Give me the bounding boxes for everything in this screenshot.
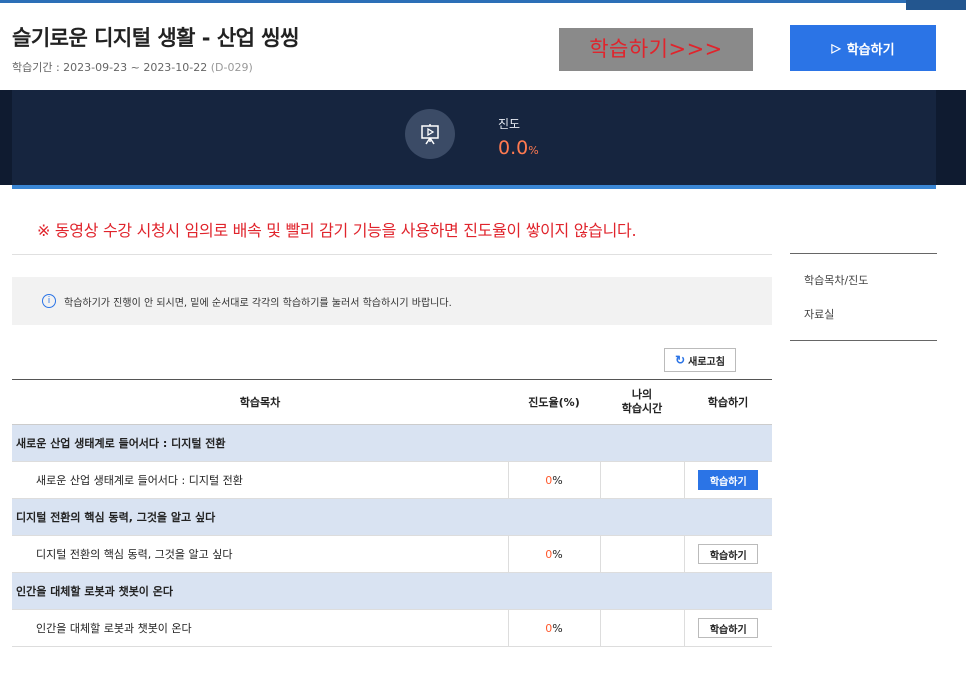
play-triangle-icon: ▷ xyxy=(831,41,841,55)
lesson-title: 디지털 전환의 핵심 동력, 그것을 알고 싶다 xyxy=(12,535,508,573)
start-study-label: 학습하기 xyxy=(846,41,895,57)
col-header-time: 나의 학습시간 xyxy=(600,379,684,425)
info-icon: i xyxy=(42,294,56,308)
lesson-rate: 0% xyxy=(507,535,601,573)
progress-unit: % xyxy=(528,144,539,157)
notice-text: 학습하기가 진행이 안 되시면, 밑에 순서대로 각각의 학습하기를 눌러서 학… xyxy=(64,297,452,309)
lesson-rate: 0% xyxy=(507,461,601,499)
col-header-time-line2: 학습시간 xyxy=(621,402,663,415)
lesson-action: 학습하기 xyxy=(684,609,772,647)
notice-box: i 학습하기가 진행이 안 되시면, 밑에 순서대로 각각의 학습하기를 눌러서… xyxy=(12,277,772,325)
refresh-label: 새로고침 xyxy=(688,356,725,368)
lesson-rate-unit: % xyxy=(552,547,563,561)
lesson-time xyxy=(600,609,685,647)
syllabus-table: 학습목차 진도율(%) 나의 학습시간 학습하기 새로운 산업 생태계로 들어서… xyxy=(12,379,772,647)
side-menu-syllabus[interactable]: 학습목차/진도 xyxy=(790,264,937,298)
course-title: 슬기로운 디지털 생활 - 산업 씽씽 xyxy=(12,26,299,50)
top-accent-line xyxy=(0,0,966,3)
progress-panel: 진도 0.0% xyxy=(0,90,966,189)
chapter-title: 디지털 전환의 핵심 동력, 그것을 알고 싶다 xyxy=(12,498,772,536)
col-header-time-line1: 나의 xyxy=(631,388,653,401)
course-period-range: 학습기간 : 2023-09-23 ~ 2023-10-22 xyxy=(12,61,208,74)
chapter-row: 디지털 전환의 핵심 동력, 그것을 알고 싶다 xyxy=(12,498,772,536)
col-header-action: 학습하기 xyxy=(684,379,772,425)
start-study-button[interactable]: ▷ 학습하기 xyxy=(790,25,936,71)
chapter-title: 새로운 산업 생태계로 들어서다 : 디지털 전환 xyxy=(12,424,772,462)
lesson-title: 새로운 산업 생태계로 들어서다 : 디지털 전환 xyxy=(12,461,508,499)
progress-value: 0.0% xyxy=(498,137,539,159)
table-row: 새로운 산업 생태계로 들어서다 : 디지털 전환 0% 학습하기 xyxy=(12,461,772,499)
col-header-rate: 진도율(%) xyxy=(508,379,600,425)
lesson-title: 인간을 대체할 로봇과 챗봇이 온다 xyxy=(12,609,508,647)
lesson-rate: 0% xyxy=(507,609,601,647)
chapter-row: 새로운 산업 생태계로 들어서다 : 디지털 전환 xyxy=(12,424,772,462)
chapter-row: 인간을 대체할 로봇과 챗봇이 온다 xyxy=(12,572,772,610)
side-menu-resources[interactable]: 자료실 xyxy=(790,298,937,332)
top-corner-tab xyxy=(906,0,966,10)
lesson-time xyxy=(600,461,685,499)
side-menu: 학습목차/진도 자료실 xyxy=(790,253,937,341)
divider xyxy=(12,254,772,255)
chapter-title: 인간을 대체할 로봇과 챗봇이 온다 xyxy=(12,572,772,610)
course-period: 학습기간 : 2023-09-23 ~ 2023-10-22 (D-029) xyxy=(12,59,253,75)
lesson-action: 학습하기 xyxy=(684,461,772,499)
lesson-action: 학습하기 xyxy=(684,535,772,573)
progress-number: 0.0 xyxy=(498,137,529,159)
lesson-time xyxy=(600,535,685,573)
table-row: 인간을 대체할 로봇과 챗봇이 온다 0% 학습하기 xyxy=(12,609,772,647)
lesson-study-button[interactable]: 학습하기 xyxy=(698,544,759,564)
table-header-row: 학습목차 진도율(%) 나의 학습시간 학습하기 xyxy=(12,379,772,425)
study-banner[interactable]: 학습하기>>> xyxy=(559,28,753,71)
col-header-title: 학습목차 xyxy=(12,379,508,425)
course-dday: (D-029) xyxy=(210,61,253,74)
presentation-board-icon xyxy=(405,109,455,159)
refresh-button[interactable]: ↻ 새로고침 xyxy=(664,348,736,372)
lesson-rate-unit: % xyxy=(552,621,563,635)
speed-warning: ※ 동영상 수강 시청시 임의로 배속 및 빨리 감기 기능을 사용하면 진도율… xyxy=(37,221,637,240)
progress-label: 진도 xyxy=(498,117,521,131)
lesson-rate-unit: % xyxy=(552,473,563,487)
refresh-icon: ↻ xyxy=(675,353,686,367)
table-row: 디지털 전환의 핵심 동력, 그것을 알고 싶다 0% 학습하기 xyxy=(12,535,772,573)
lesson-study-button[interactable]: 학습하기 xyxy=(698,618,759,638)
lesson-study-button[interactable]: 학습하기 xyxy=(698,470,759,490)
